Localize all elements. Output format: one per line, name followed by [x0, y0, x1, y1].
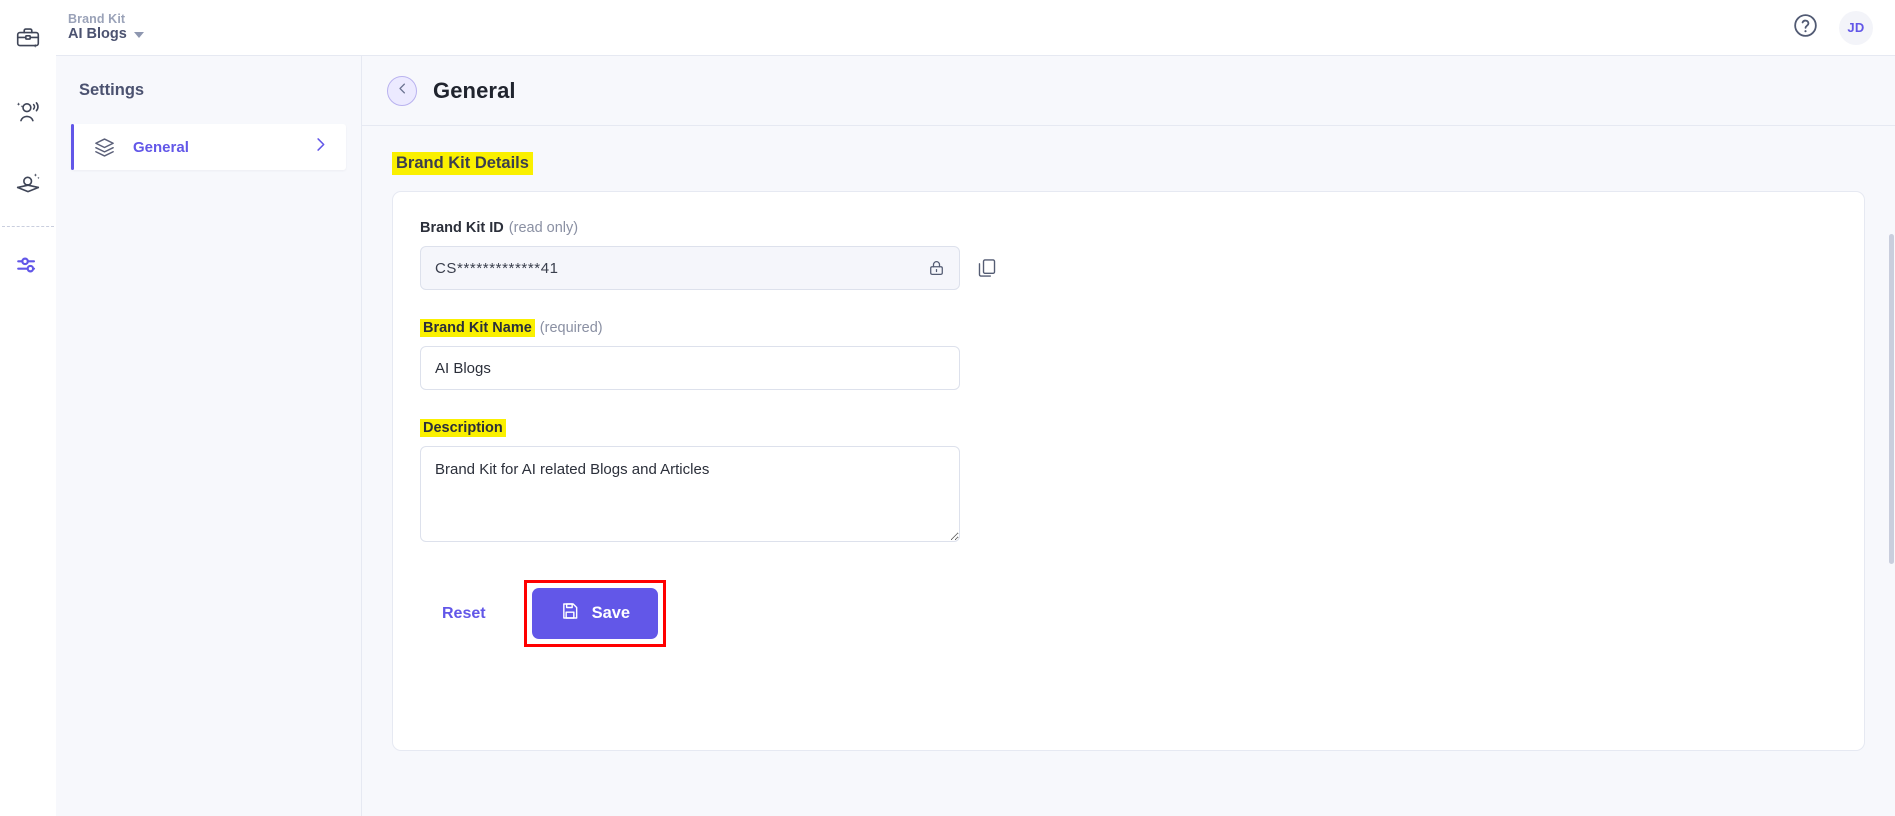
main-content: General Brand Kit Details Brand Kit ID (r…	[362, 56, 1895, 816]
chevron-down-icon	[133, 32, 144, 39]
description-label-text: Description	[420, 419, 506, 437]
reset-button[interactable]: Reset	[420, 595, 508, 633]
brand-kit-name-input-wrap	[420, 346, 960, 390]
field-brand-kit-name-label: Brand Kit Name (required)	[420, 319, 1864, 337]
settings-sidebar: Settings General	[56, 56, 362, 816]
brand-kit-selector[interactable]: AI Blogs	[68, 26, 144, 42]
floppy-disk-icon	[560, 601, 580, 626]
save-button-label: Save	[591, 604, 631, 622]
topbar-actions: JD	[1792, 10, 1873, 45]
save-button[interactable]: Save	[531, 588, 659, 639]
main-header: General	[362, 56, 1895, 126]
top-bar: Brand Kit AI Blogs JD	[56, 0, 1895, 55]
brand-kit-id-input[interactable]	[420, 246, 960, 290]
settings-sliders-icon	[15, 252, 41, 278]
copy-icon[interactable]	[976, 257, 998, 279]
save-button-highlight: Save	[523, 580, 667, 647]
brand-kit-id-hint: (read only)	[508, 220, 579, 236]
brand-kit-selector-value: AI Blogs	[68, 26, 127, 43]
brand-kit-name-input[interactable]	[420, 346, 960, 390]
brand-kit-id-input-row	[420, 246, 1864, 290]
brand-kit-name-label-text: Brand Kit Name	[420, 319, 535, 337]
field-brand-kit-id: Brand Kit ID (read only)	[393, 220, 1864, 290]
sidebar-item-general-label: General	[133, 138, 189, 156]
settings-sidebar-title: Settings	[79, 81, 145, 99]
rail-item-settings[interactable]	[6, 241, 50, 289]
persona-voice-icon	[15, 99, 41, 125]
app-root: Brand Kit AI Blogs JD Settings General G…	[0, 0, 1895, 816]
section-heading: Brand Kit Details	[392, 152, 533, 175]
avatar[interactable]: JD	[1839, 10, 1873, 45]
field-brand-kit-id-label: Brand Kit ID (read only)	[420, 220, 1864, 236]
briefcase-sparkle-icon	[15, 25, 41, 51]
primary-icon-rail	[0, 0, 56, 816]
description-textarea[interactable]	[420, 446, 960, 542]
breadcrumb: Brand Kit AI Blogs	[68, 12, 144, 42]
main-scroll-area[interactable]: Brand Kit Details Brand Kit ID (read only…	[362, 126, 1895, 816]
knowledge-book-icon	[15, 171, 41, 197]
brand-kit-id-input-wrap	[420, 246, 960, 290]
brand-kit-id-label-text: Brand Kit ID	[420, 220, 504, 236]
page-title: General	[433, 77, 516, 103]
question-circle-icon[interactable]	[1792, 12, 1819, 44]
field-description-label: Description	[420, 419, 1864, 437]
field-description: Description	[393, 419, 1864, 542]
breadcrumb-label: Brand Kit	[68, 12, 126, 27]
rail-divider	[2, 226, 54, 227]
layers-icon	[93, 136, 119, 159]
main-scrollbar-thumb[interactable]	[1889, 234, 1894, 564]
field-brand-kit-name: Brand Kit Name (required)	[393, 319, 1864, 390]
rail-item-knowledge[interactable]	[6, 160, 50, 208]
sidebar-item-general[interactable]: General	[71, 124, 346, 170]
back-button[interactable]	[387, 75, 417, 106]
rail-item-persona[interactable]	[6, 88, 50, 136]
app-shell: Brand Kit AI Blogs JD Settings General G…	[56, 0, 1895, 816]
form-actions: Reset Save	[393, 580, 1864, 647]
brand-kit-details-card: Brand Kit ID (read only) CS*************…	[392, 191, 1865, 751]
main-scrollbar-track[interactable]	[1888, 126, 1895, 816]
brand-kit-name-hint: (required)	[539, 320, 603, 336]
chevron-left-icon	[395, 81, 410, 101]
rail-item-brand-kit[interactable]	[6, 14, 50, 62]
body-row: Settings General General Brand Kit Detai…	[56, 55, 1895, 816]
chevron-right-icon	[311, 135, 330, 159]
